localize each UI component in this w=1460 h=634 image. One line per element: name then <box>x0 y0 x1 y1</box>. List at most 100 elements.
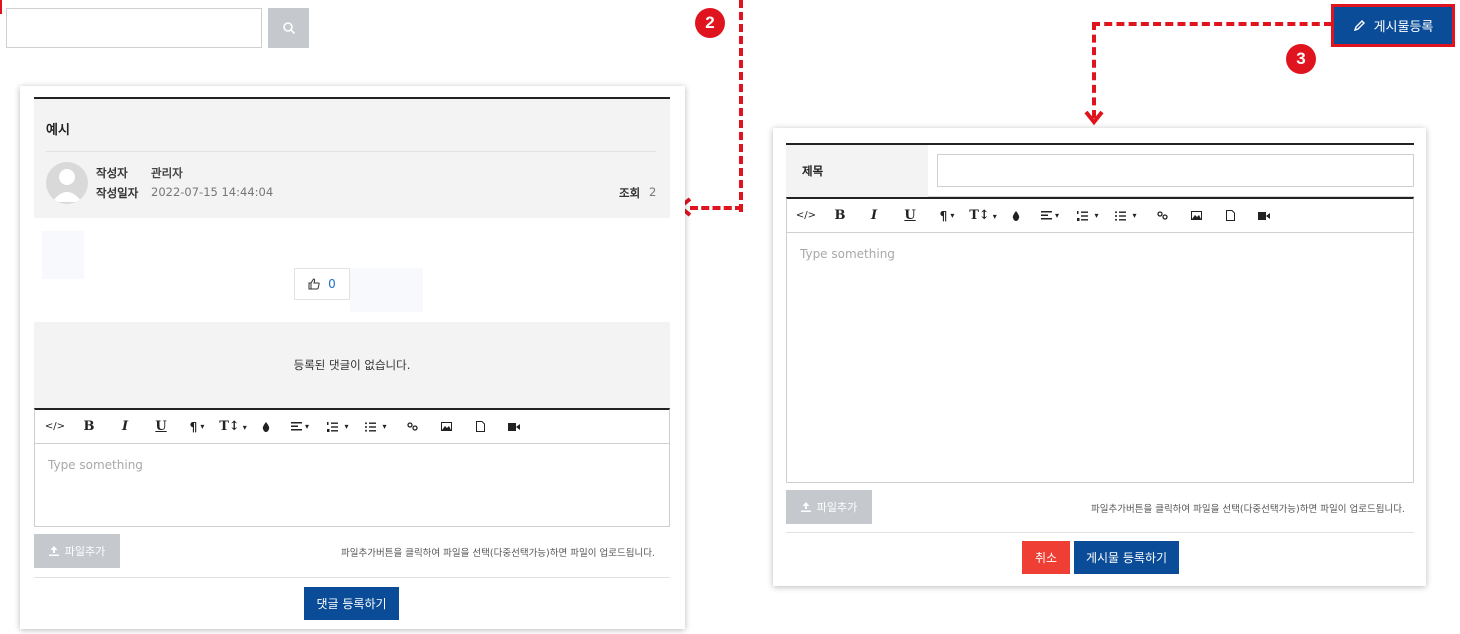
video-icon <box>1258 211 1270 220</box>
views-value: 2 <box>649 185 657 199</box>
color-button[interactable] <box>1001 199 1031 233</box>
unordered-list-icon <box>1115 210 1127 221</box>
search-input[interactable] <box>6 8 262 48</box>
file-button[interactable] <box>463 410 497 444</box>
link-icon <box>406 422 418 431</box>
video-button[interactable] <box>497 410 531 444</box>
unordered-list-icon <box>365 421 377 432</box>
italic-button[interactable]: I <box>857 199 891 233</box>
pencil-icon <box>1353 20 1365 32</box>
annotation-line <box>1092 22 1332 26</box>
italic-button[interactable]: I <box>107 410 143 444</box>
spacer-box <box>350 268 423 312</box>
paragraph-dropdown[interactable]: ¶ ▾ <box>929 199 965 233</box>
title-row: 제목 <box>786 143 1414 197</box>
paragraph-icon: ¶ <box>939 208 948 223</box>
image-button[interactable] <box>429 410 463 444</box>
post-view-panel: 예시 작성자 관리자 작성일자 2022-07-15 14:44:04 조회 2… <box>20 86 685 629</box>
editor-toolbar: </> B I U ¶ ▾ T↕ ▾ ▾ ▾ ▾ <box>787 199 1413 233</box>
caret-icon: ▾ <box>242 421 247 432</box>
divider <box>34 577 670 578</box>
ordered-list-icon <box>1077 210 1089 221</box>
image-icon <box>440 422 452 431</box>
post-editor-placeholder: Type something <box>800 247 895 261</box>
title-input[interactable] <box>937 154 1414 187</box>
file-icon <box>475 421 485 432</box>
unordered-list-dropdown[interactable]: ▾ <box>1107 199 1145 233</box>
caret-icon: ▾ <box>1054 211 1059 220</box>
image-button[interactable] <box>1179 199 1213 233</box>
align-left-icon <box>1040 211 1052 220</box>
underline-button[interactable]: U <box>143 410 179 444</box>
editor-toolbar: </> B I U ¶ ▾ T↕ ▾ ▾ ▾ ▾ <box>35 410 669 444</box>
caret-icon: ▾ <box>200 422 205 431</box>
post-header: 예시 작성자 관리자 작성일자 2022-07-15 14:44:04 조회 2 <box>34 97 670 218</box>
ordered-list-dropdown[interactable]: ▾ <box>319 410 357 444</box>
comment-submit-button[interactable]: 댓글 등록하기 <box>304 587 399 620</box>
paragraph-icon: ¶ <box>189 419 198 434</box>
underline-button[interactable]: U <box>891 199 929 233</box>
upload-icon <box>800 502 811 512</box>
bold-button[interactable]: B <box>71 410 107 444</box>
caret-icon: ▾ <box>1094 211 1099 220</box>
annotation-line <box>739 0 743 212</box>
cancel-button[interactable]: 취소 <box>1022 541 1070 574</box>
link-icon <box>1156 211 1168 220</box>
author-value: 관리자 <box>151 166 183 180</box>
post-submit-button[interactable]: 게시물 등록하기 <box>1074 541 1179 574</box>
divider <box>786 532 1414 533</box>
annotation-line <box>1092 22 1096 118</box>
ordered-list-icon <box>327 421 339 432</box>
caret-icon: ▾ <box>382 422 387 431</box>
caret-icon: ▾ <box>1132 211 1137 220</box>
search-button[interactable] <box>268 8 309 48</box>
link-button[interactable] <box>1145 199 1179 233</box>
date-value: 2022-07-15 14:44:04 <box>151 185 274 199</box>
author-label: 작성자 <box>96 166 128 180</box>
file-upload-hint: 파일추가버튼을 클릭하여 파일을 선택(다중선택가능)하면 파일이 업로드됩니다… <box>1091 504 1405 515</box>
align-dropdown[interactable]: ▾ <box>281 410 319 444</box>
image-icon <box>1190 211 1202 220</box>
text-size-icon: T↕ <box>219 419 240 434</box>
step-badge-3: 3 <box>1286 44 1316 74</box>
file-upload-hint: 파일추가버튼을 클릭하여 파일을 선택(다중선택가능)하면 파일이 업로드됩니다… <box>341 548 655 559</box>
arrow-down-icon <box>1084 110 1104 126</box>
caret-icon: ▾ <box>950 211 955 220</box>
bold-button[interactable]: B <box>823 199 857 233</box>
search-icon <box>282 22 295 35</box>
post-editor[interactable]: </> B I U ¶ ▾ T↕ ▾ ▾ ▾ ▾ Type something <box>786 197 1414 483</box>
color-drop-icon <box>262 421 270 432</box>
font-size-dropdown[interactable]: T↕ ▾ <box>965 199 1001 233</box>
thumbs-up-icon <box>308 278 320 290</box>
divider <box>46 151 656 152</box>
comment-editor[interactable]: </> B I U ¶ ▾ T↕ ▾ ▾ ▾ ▾ Type something <box>34 408 670 527</box>
align-left-icon <box>290 422 302 431</box>
like-count: 0 <box>328 277 336 291</box>
file-add-button[interactable]: 파일추가 <box>786 490 872 524</box>
post-write-panel: 제목 </> B I U ¶ ▾ T↕ ▾ ▾ ▾ ▾ Type something… <box>773 128 1426 586</box>
paragraph-dropdown[interactable]: ¶ ▾ <box>179 410 215 444</box>
post-register-label: 게시물등록 <box>1373 20 1434 35</box>
like-button[interactable]: 0 <box>294 268 350 300</box>
upload-icon <box>48 546 59 556</box>
unordered-list-dropdown[interactable]: ▾ <box>357 410 395 444</box>
file-button[interactable] <box>1213 199 1247 233</box>
avatar <box>46 162 88 204</box>
code-view-button[interactable]: </> <box>39 410 71 444</box>
caret-icon: ▾ <box>992 210 997 221</box>
date-label: 작성일자 <box>96 186 139 200</box>
color-button[interactable] <box>251 410 281 444</box>
video-icon <box>508 422 520 431</box>
font-size-dropdown[interactable]: T↕ ▾ <box>215 410 251 444</box>
align-dropdown[interactable]: ▾ <box>1031 199 1069 233</box>
text-size-icon: T↕ <box>969 208 990 223</box>
video-button[interactable] <box>1247 199 1281 233</box>
file-add-button[interactable]: 파일추가 <box>34 534 120 568</box>
code-view-button[interactable]: </> <box>789 199 823 233</box>
ordered-list-dropdown[interactable]: ▾ <box>1069 199 1107 233</box>
title-label: 제목 <box>786 145 928 197</box>
caret-icon: ▾ <box>344 422 349 431</box>
link-button[interactable] <box>395 410 429 444</box>
post-register-button[interactable]: 게시물등록 <box>1331 4 1455 47</box>
caret-icon: ▾ <box>304 422 309 431</box>
